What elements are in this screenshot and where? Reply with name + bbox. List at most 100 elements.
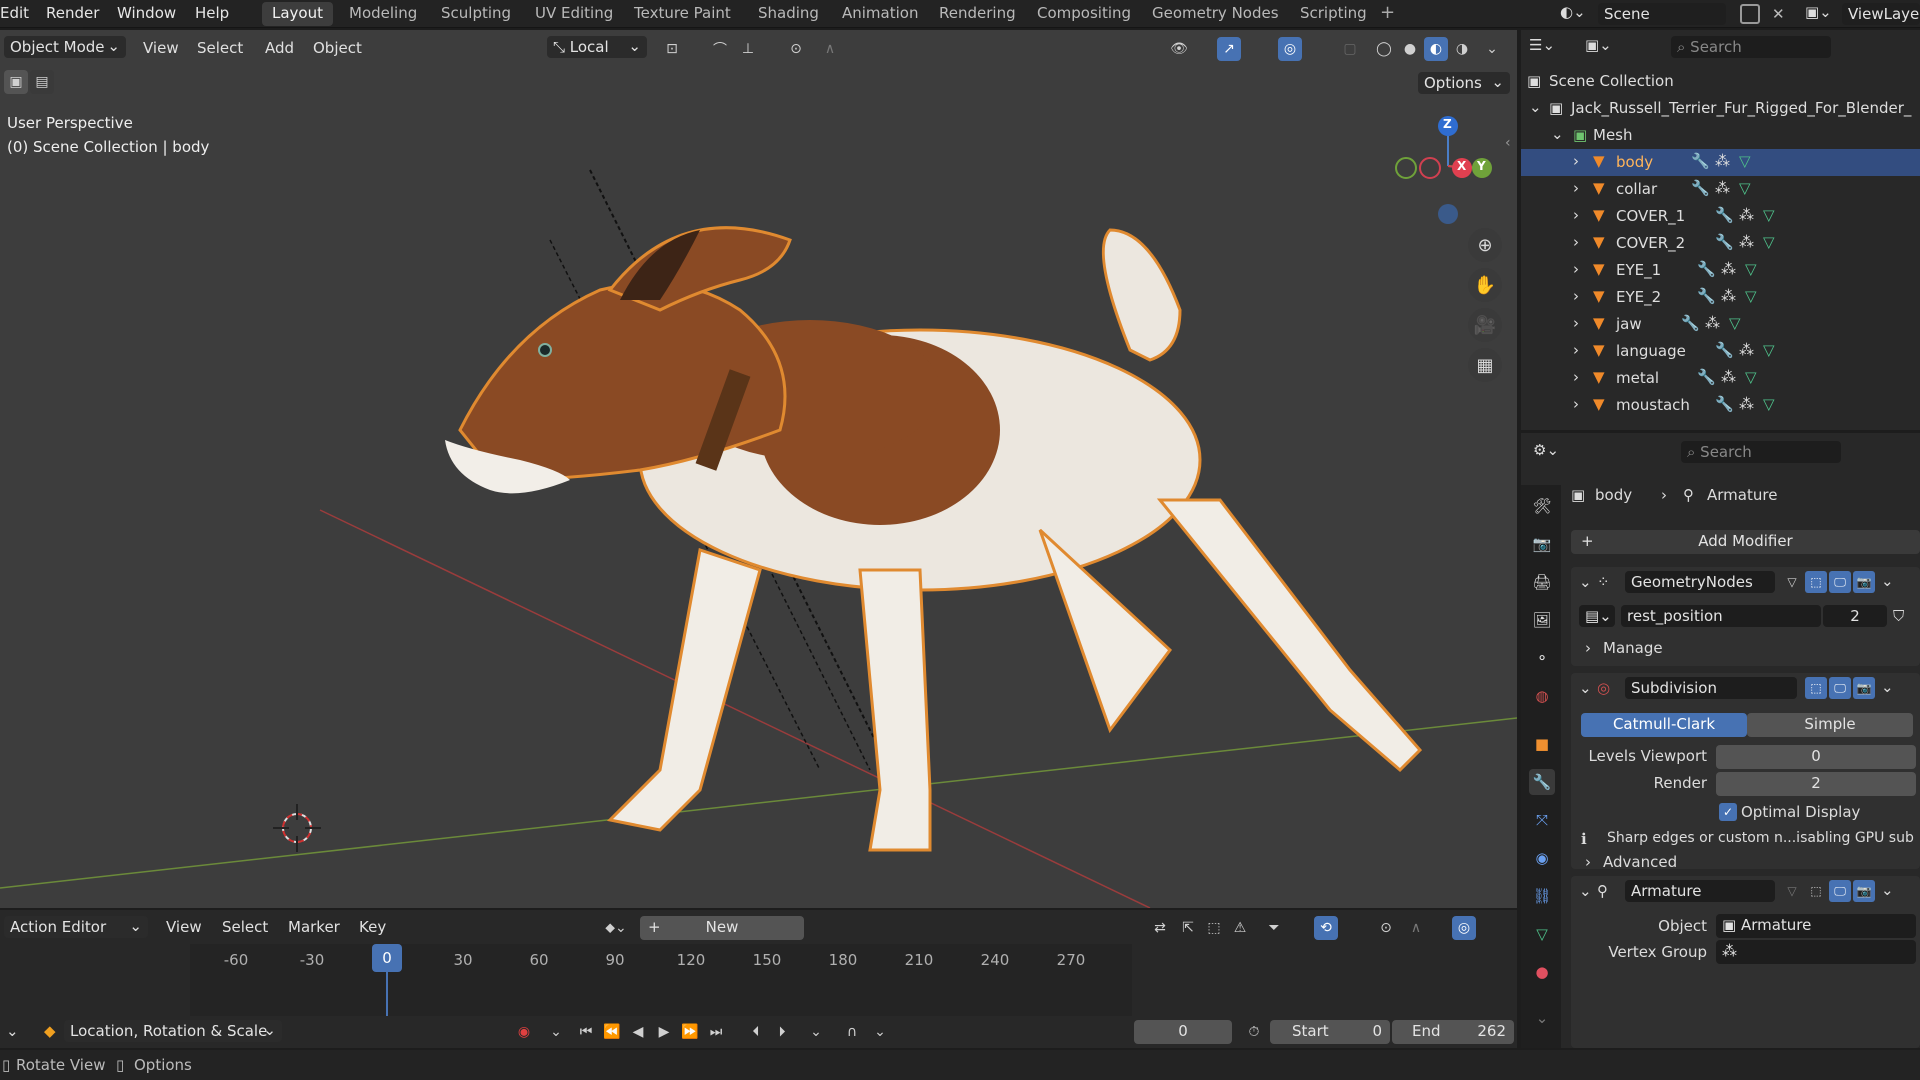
chevron-down-icon[interactable]: ⌄: [1529, 1005, 1555, 1031]
outliner-object-row[interactable]: › ▼ EYE_1 🔧 ⁂ ▽: [1521, 257, 1920, 284]
render-tab-icon[interactable]: 📷: [1529, 531, 1555, 557]
render-toggle-icon[interactable]: 📷: [1853, 880, 1875, 902]
outliner-object-row[interactable]: › ▼ metal 🔧 ⁂ ▽: [1521, 365, 1920, 392]
visibility-icon[interactable]: 👁: [1167, 37, 1191, 61]
viewlayer-selector[interactable]: ViewLaye: [1842, 3, 1920, 25]
editor-type-dropdown[interactable]: Action Editor ⌄: [4, 916, 148, 938]
action-browse-icon[interactable]: ⬥⌄: [600, 916, 632, 940]
render-toggle-icon[interactable]: 📷: [1853, 677, 1875, 699]
outliner-object-row[interactable]: › ▼ body 🔧 ⁂ ▽: [1521, 149, 1920, 176]
tab-animation[interactable]: Animation: [832, 2, 928, 26]
menu-object[interactable]: Object: [313, 39, 362, 57]
wireframe-shading-icon[interactable]: ◯: [1372, 37, 1396, 61]
scene-selector[interactable]: Scene: [1598, 3, 1726, 25]
rendered-shading-icon[interactable]: ◑: [1450, 37, 1474, 61]
material-preview-icon[interactable]: ◐: [1424, 37, 1448, 61]
snapping-icon[interactable]: ⟲: [1314, 916, 1338, 940]
mesh-data-icon[interactable]: ▽: [1763, 341, 1775, 359]
viewport-toggle-icon[interactable]: 🖵: [1829, 571, 1851, 593]
collapse-sidebar-icon[interactable]: ‹: [1505, 135, 1511, 151]
modifier-wrench-icon[interactable]: 🔧: [1715, 395, 1734, 413]
tab-scripting[interactable]: Scripting: [1290, 2, 1377, 26]
outliner-object-row[interactable]: › ▼ language 🔧 ⁂ ▽: [1521, 338, 1920, 365]
mesh-collection-row[interactable]: ⌄ ▣ Mesh: [1521, 122, 1920, 149]
mesh-data-icon[interactable]: ▽: [1763, 233, 1775, 251]
mesh-data-icon[interactable]: ▽: [1739, 152, 1751, 170]
root-collection-row[interactable]: ⌄ ▣ Jack_Russell_Terrier_Fur_Rigged_For_Bl…: [1521, 95, 1920, 122]
modifier-name-field[interactable]: Subdivision: [1625, 677, 1797, 699]
constraints-tab-icon[interactable]: ⛓: [1529, 883, 1555, 909]
cage-toggle-icon[interactable]: ⬚: [1805, 880, 1827, 902]
node-group-icon[interactable]: ▤⌄: [1579, 605, 1615, 627]
camera-view-icon[interactable]: 🎥: [1468, 308, 1502, 342]
overlay-toggle-icon[interactable]: ◎: [1452, 916, 1476, 940]
play-reverse-icon[interactable]: ◀: [626, 1020, 650, 1044]
armature-object-field[interactable]: ▣ Armature: [1716, 914, 1916, 938]
next-frame-icon[interactable]: ⏵: [770, 1020, 794, 1044]
stopwatch-icon[interactable]: ⏱: [1242, 1020, 1266, 1044]
tab-sculpting[interactable]: Sculpting: [431, 2, 521, 26]
catmull-clark-button[interactable]: Catmull-Clark: [1581, 713, 1747, 737]
vertex-groups-icon[interactable]: ⁂: [1715, 152, 1730, 170]
tab-layout[interactable]: Layout: [262, 2, 333, 26]
outliner-object-row[interactable]: › ▼ moustach 🔧 ⁂ ▽: [1521, 392, 1920, 419]
outliner-object-row[interactable]: › ▼ EYE_2 🔧 ⁂ ▽: [1521, 284, 1920, 311]
record-icon[interactable]: ◉: [512, 1020, 536, 1044]
vertex-groups-icon[interactable]: ⁂: [1739, 233, 1754, 251]
add-workspace-icon[interactable]: +: [1380, 2, 1395, 23]
outliner-search-input[interactable]: ⌕ Search: [1671, 36, 1831, 58]
filter-icon[interactable]: ⏷: [1262, 916, 1286, 940]
mesh-data-icon[interactable]: ▽: [1745, 368, 1757, 386]
mesh-data-icon[interactable]: ▽: [1763, 395, 1775, 413]
chevron-right-icon[interactable]: ›: [1585, 639, 1591, 657]
chevron-down-icon[interactable]: ⌄: [1881, 881, 1894, 899]
manage-label[interactable]: Manage: [1603, 639, 1663, 657]
node-group-field[interactable]: rest_position: [1621, 605, 1821, 627]
warning-icon[interactable]: ⚠: [1228, 916, 1252, 940]
viewport-toggle-icon[interactable]: 🖵: [1829, 677, 1851, 699]
modifier-name-field[interactable]: Armature: [1625, 880, 1775, 902]
3d-viewport[interactable]: Object Mode ⌄ View Select Add Object ⤡ Lo…: [0, 30, 1517, 908]
tab-shading[interactable]: Shading: [748, 2, 829, 26]
chevron-down-icon[interactable]: ⌄: [1881, 572, 1894, 590]
modifier-tab-icon[interactable]: 🔧: [1529, 769, 1555, 795]
mesh-data-icon[interactable]: ▽: [1729, 314, 1741, 332]
render-levels-field[interactable]: 2: [1716, 772, 1916, 796]
xray-icon[interactable]: ▢: [1338, 37, 1362, 61]
outliner-object-row[interactable]: › ▼ jaw 🔧 ⁂ ▽: [1521, 311, 1920, 338]
menu-select[interactable]: Select: [197, 39, 243, 57]
vertex-groups-icon[interactable]: ⁂: [1721, 287, 1736, 305]
outliner-object-row[interactable]: › ▼ collar 🔧 ⁂ ▽: [1521, 176, 1920, 203]
falloff-icon[interactable]: ∧: [1404, 916, 1428, 940]
menu-render[interactable]: Render: [46, 4, 99, 22]
modifier-name-field[interactable]: GeometryNodes: [1625, 571, 1775, 593]
only-selected-icon[interactable]: ⇄: [1148, 916, 1172, 940]
vertex-groups-icon[interactable]: ⁂: [1739, 206, 1754, 224]
scene-icon[interactable]: ◐⌄: [1560, 3, 1588, 25]
cage-toggle-icon[interactable]: ⬚: [1805, 571, 1827, 593]
view-layer-tab-icon[interactable]: 🖼: [1529, 607, 1555, 633]
menu-window[interactable]: Window: [117, 4, 176, 22]
chevron-down-icon[interactable]: ⌄: [1579, 573, 1592, 591]
mesh-data-icon[interactable]: ▽: [1763, 206, 1775, 224]
modifier-wrench-icon[interactable]: 🔧: [1715, 206, 1734, 224]
vertex-groups-icon[interactable]: ⁂: [1721, 260, 1736, 278]
world-tab-icon[interactable]: ◍: [1529, 683, 1555, 709]
pan-hand-icon[interactable]: ✋: [1468, 268, 1502, 302]
falloff-icon[interactable]: ∧: [818, 37, 842, 61]
snap-icon[interactable]: ⌒: [708, 37, 732, 61]
modifier-wrench-icon[interactable]: 🔧: [1681, 314, 1700, 332]
chevron-down-icon[interactable]: ⌄: [1579, 882, 1592, 900]
options-dropdown[interactable]: Options ⌄: [1418, 72, 1510, 94]
chevron-down-icon[interactable]: ⌄: [544, 1020, 568, 1044]
cage-toggle-icon[interactable]: ⬚: [1805, 677, 1827, 699]
chevron-down-icon[interactable]: ⌄: [6, 1022, 19, 1040]
modifier-wrench-icon[interactable]: 🔧: [1697, 260, 1716, 278]
keying-set-dropdown[interactable]: Location, Rotation & Scale ⌄: [64, 1020, 282, 1042]
tab-modeling[interactable]: Modeling: [339, 2, 427, 26]
chevron-right-icon[interactable]: ›: [1585, 853, 1591, 871]
properties-search-input[interactable]: ⌕ Search: [1681, 441, 1841, 463]
transform-orientation-dropdown[interactable]: ⤡ Local ⌄: [547, 36, 647, 58]
mesh-data-icon[interactable]: ▽: [1745, 287, 1757, 305]
prev-frame-icon[interactable]: ⏴: [744, 1020, 768, 1044]
